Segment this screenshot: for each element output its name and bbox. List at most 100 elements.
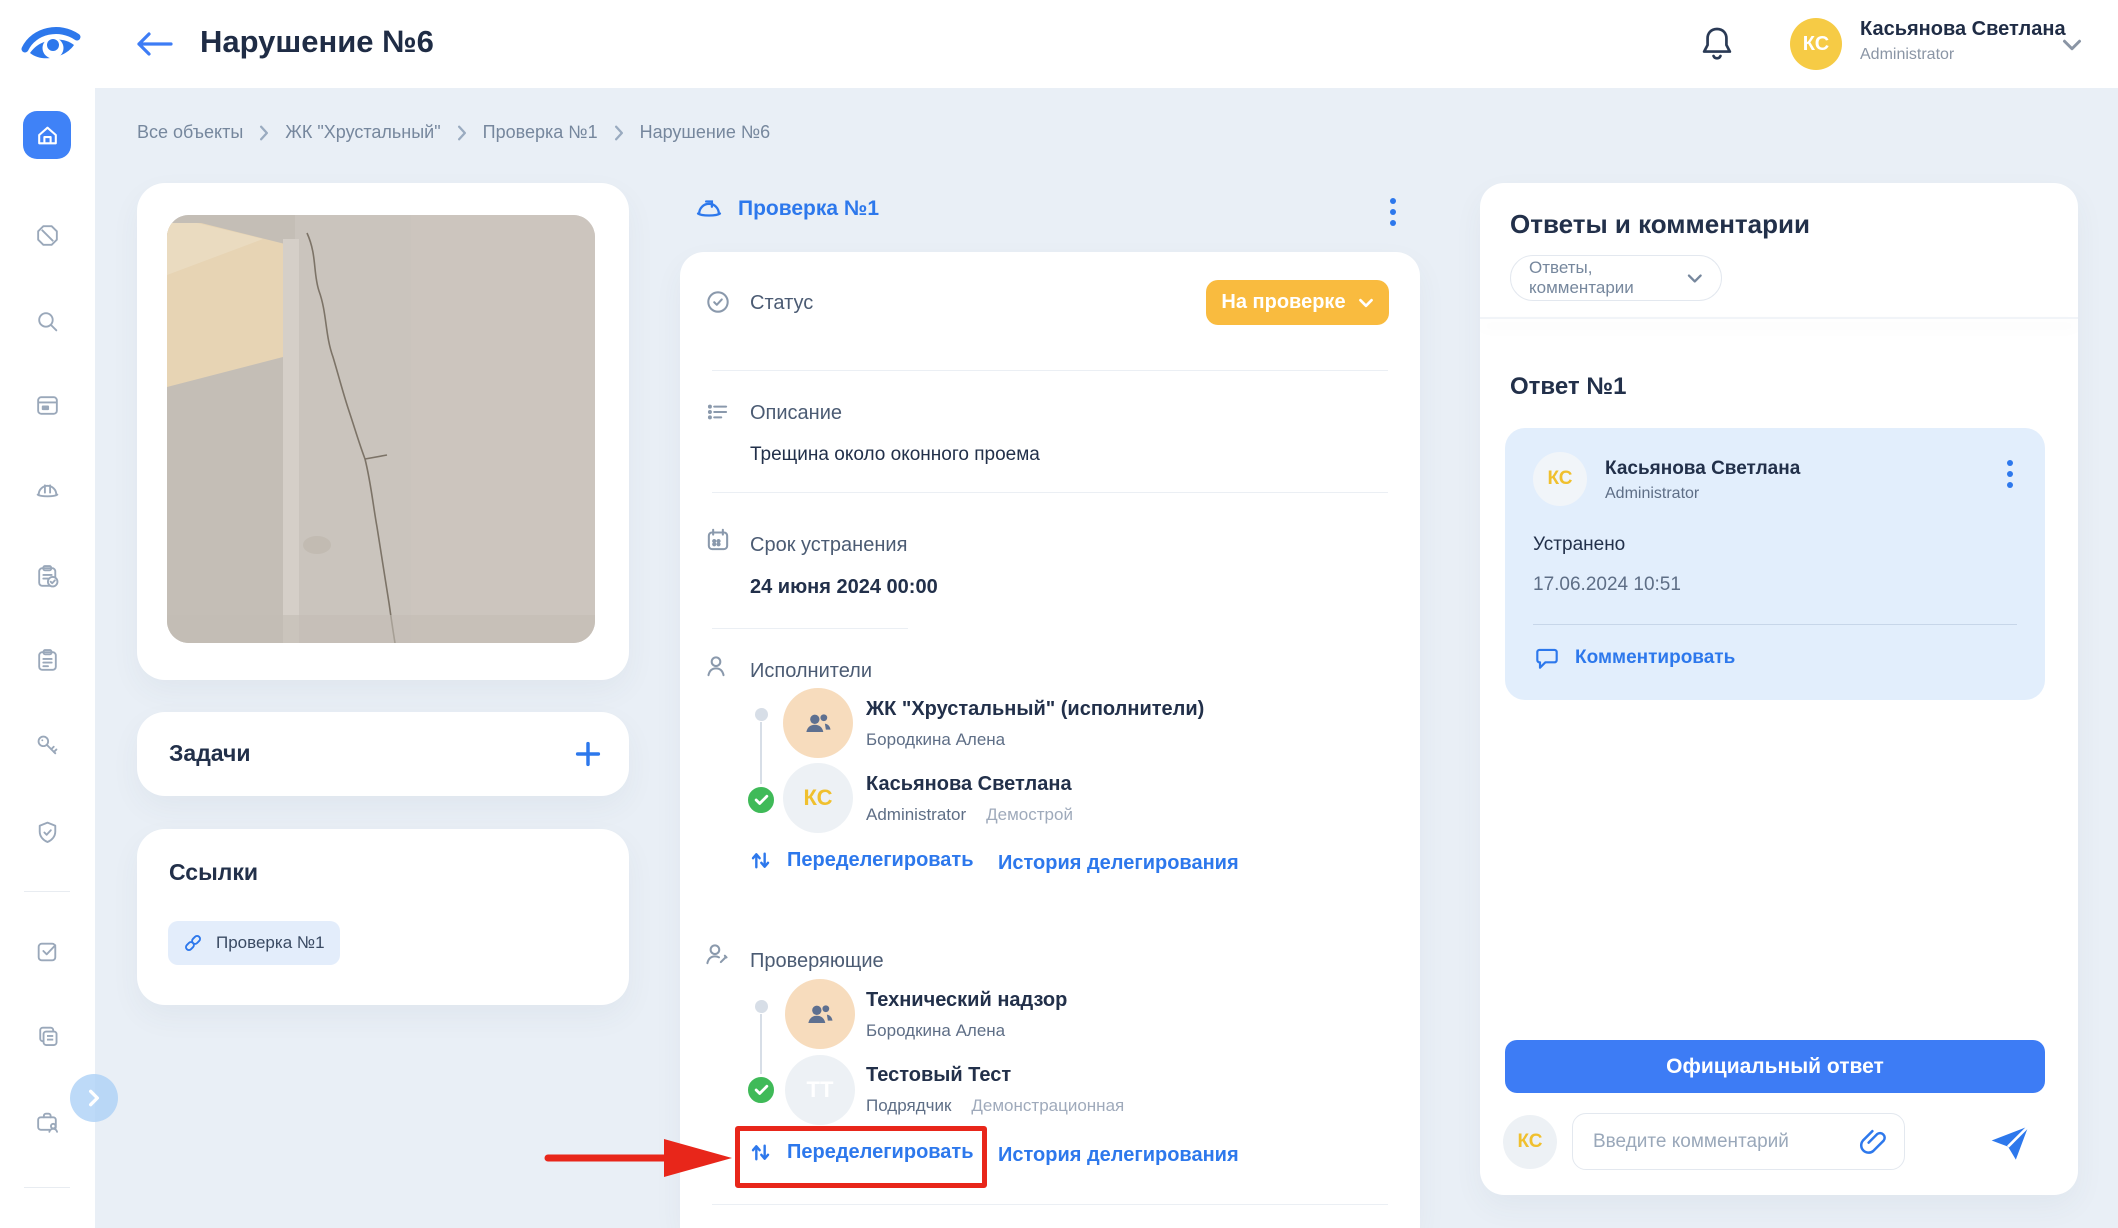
reviewer-avatar: ТТ [785, 1055, 855, 1125]
sidebar-nav [0, 88, 95, 1228]
executor-role: Administrator [866, 805, 966, 824]
reviewer-title: Технический надзор [866, 989, 1067, 1012]
deadline-calendar-icon [704, 526, 732, 554]
reviewer-org: Демонстрационная [971, 1096, 1124, 1115]
reply-avatar: КС [1533, 452, 1587, 506]
breadcrumb-item-complex[interactable]: ЖК "Хрустальный" [285, 122, 440, 143]
user-avatar[interactable]: КС [1790, 18, 1842, 70]
tasks-title: Задачи [169, 740, 251, 767]
link-chip-inspection[interactable]: Проверка №1 [168, 921, 340, 965]
reviewers-label: Проверяющие [750, 950, 884, 973]
deadline-value: 24 июня 2024 00:00 [750, 576, 938, 599]
violation-details-card: Статус На проверке Описание Трещина окол… [680, 252, 1420, 1228]
chevron-down-icon [1358, 298, 1374, 308]
breadcrumb-separator-icon [614, 125, 624, 141]
sidebar-item-key-icon[interactable] [23, 721, 71, 769]
executor-org: Демострой [986, 805, 1073, 824]
sidebar-item-briefcase-user-icon[interactable] [23, 1098, 71, 1146]
divider [712, 1204, 1388, 1205]
attach-paperclip-icon[interactable] [1858, 1127, 1888, 1157]
sidebar-item-shield-check-icon[interactable] [23, 808, 71, 856]
divider [712, 370, 1388, 371]
reply-status-text: Устранено [1533, 534, 1625, 556]
breadcrumb-separator-icon [457, 125, 467, 141]
user-role: Administrator [1860, 46, 1954, 64]
comments-filter-dropdown[interactable]: Ответы, комментарии [1510, 255, 1722, 301]
sidebar-item-home-icon[interactable] [23, 111, 71, 159]
executor-subtitle: Administrator Демострой [866, 805, 1073, 825]
inspection-link[interactable]: Проверка №1 [738, 197, 879, 221]
inspection-header: Проверка №1 [694, 194, 879, 224]
reply-heading: Ответ №1 [1510, 373, 1626, 401]
breadcrumb-item-inspection[interactable]: Проверка №1 [483, 122, 598, 143]
status-circle-check-icon [704, 288, 732, 316]
user-menu-chevron-down-icon[interactable] [2062, 38, 2082, 52]
link-chip-label: Проверка №1 [216, 933, 325, 953]
sidebar-item-checkbox-icon[interactable] [23, 927, 71, 975]
description-label: Описание [750, 402, 842, 425]
divider [1533, 624, 2017, 625]
comment-action-button[interactable]: Комментировать [1533, 644, 1735, 672]
reply-avatar-initials: КС [1547, 468, 1572, 490]
executor-title: Касьянова Светлана [866, 773, 1072, 796]
reviewer-avatar-initials: ТТ [807, 1077, 834, 1103]
sidebar-item-clipboard-check-icon[interactable] [23, 552, 71, 600]
official-reply-button[interactable]: Официальный ответ [1505, 1040, 2045, 1093]
send-comment-icon[interactable] [1988, 1123, 2032, 1163]
speech-bubble-icon [1533, 644, 1561, 672]
sidebar-item-search-icon[interactable] [23, 297, 71, 345]
reviewer-title: Тестовый Тест [866, 1064, 1011, 1087]
executor-subtitle: Бородкина Алена [866, 730, 1005, 750]
comment-input[interactable] [1572, 1113, 1905, 1170]
group-icon [802, 996, 838, 1032]
sidebar-item-window-icon[interactable] [23, 381, 71, 429]
comments-filter-value: Ответы, комментарии [1529, 258, 1687, 298]
status-dropdown-button[interactable]: На проверке [1206, 280, 1389, 325]
page-title: Нарушение №6 [200, 24, 434, 60]
reply-datetime: 17.06.2024 10:51 [1533, 574, 1681, 596]
inspection-menu-dots-icon[interactable] [1386, 194, 1400, 230]
comment-action-label: Комментировать [1575, 647, 1735, 669]
app-logo-eye-icon[interactable] [20, 18, 82, 68]
timeline-line [760, 722, 762, 784]
violation-photo-card [137, 183, 629, 680]
timeline-check-icon [745, 1074, 777, 1106]
reviewer-subtitle: ПодрядчикДемонстрационная [866, 1096, 1124, 1116]
link-chain-icon [182, 932, 204, 954]
reviewers-history-link[interactable]: История делегирования [998, 1144, 1239, 1167]
chevron-down-icon [1687, 273, 1703, 284]
annotation-arrow [540, 1134, 740, 1182]
reviewer-subtitle: Бородкина Алена [866, 1021, 1005, 1041]
links-title: Ссылки [169, 859, 258, 886]
sidebar-item-clipboard-icon[interactable] [23, 636, 71, 684]
executor-avatar-initials: КС [803, 785, 832, 811]
breadcrumb-item-violation[interactable]: Нарушение №6 [640, 122, 771, 143]
notifications-bell-icon[interactable] [1698, 24, 1736, 64]
reviewer-group-avatar [785, 979, 855, 1049]
tasks-card: Задачи [137, 712, 629, 796]
breadcrumb-item-all-objects[interactable]: Все объекты [137, 122, 243, 143]
sidebar-expand-chevron-right-icon[interactable] [70, 1074, 118, 1122]
timeline-dot [755, 1000, 768, 1013]
composer-avatar-initials: КС [1517, 1131, 1542, 1153]
breadcrumb-separator-icon [259, 125, 269, 141]
deadline-label: Срок устранения [750, 534, 907, 557]
add-task-plus-icon[interactable] [573, 739, 603, 769]
sidebar-item-ban-icon[interactable] [23, 211, 71, 259]
executor-group-avatar [783, 688, 853, 758]
comments-title: Ответы и комментарии [1510, 209, 1810, 240]
executors-history-link[interactable]: История делегирования [998, 852, 1239, 875]
sidebar-item-copy-icon[interactable] [23, 1012, 71, 1060]
sidebar-divider [24, 891, 70, 892]
violation-photo[interactable] [167, 215, 595, 643]
timeline-line [760, 1014, 762, 1074]
status-value: На проверке [1221, 291, 1345, 314]
sidebar-item-hardhat-icon[interactable] [23, 466, 71, 514]
reply-author-name: Касьянова Светлана [1605, 458, 1800, 480]
comments-panel: Ответы и комментарии Ответы, комментарии… [1480, 183, 2078, 1195]
executors-redelegate-button[interactable]: Переделегировать [748, 848, 974, 873]
back-arrow-icon[interactable] [134, 30, 176, 58]
reply-menu-dots-icon[interactable] [2003, 456, 2017, 492]
links-card: Ссылки Проверка №1 [137, 829, 629, 1005]
redelegate-swap-icon [748, 848, 773, 873]
